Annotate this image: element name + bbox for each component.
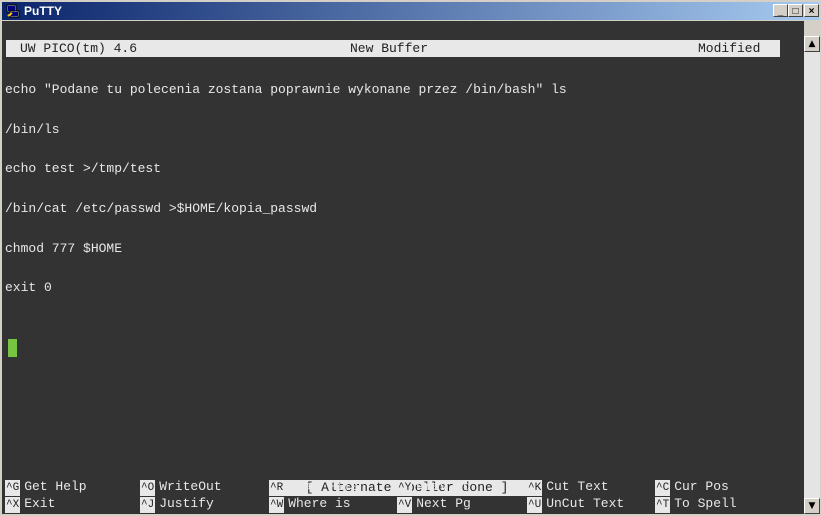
putty-icon	[6, 4, 20, 18]
editor-line[interactable]: exit 0	[5, 280, 52, 296]
shortcut-key: ^U	[527, 497, 543, 513]
shortcut-key: ^Y	[397, 480, 413, 496]
shortcut-key: ^K	[527, 480, 543, 496]
shortcut-label: Cur Pos	[674, 479, 729, 494]
shortcut-justify[interactable]: ^J Justify	[140, 496, 214, 513]
minimize-button[interactable]: _	[773, 4, 788, 17]
shortcut-label: To Spell	[674, 496, 737, 511]
title-bar[interactable]: PuTTY _ □ ×	[2, 2, 819, 20]
shortcut-cur-pos[interactable]: ^C Cur Pos	[655, 479, 729, 496]
shortcut-exit[interactable]: ^X Exit	[5, 496, 56, 513]
window-title: PuTTY	[24, 4, 62, 18]
shortcut-next-page[interactable]: ^V Next Pg	[397, 496, 471, 513]
shortcut-label: WriteOut	[159, 479, 222, 494]
shortcut-writeout[interactable]: ^O WriteOut	[140, 479, 222, 496]
shortcut-get-help[interactable]: ^G Get Help	[5, 479, 87, 496]
shortcut-key: ^G	[5, 480, 21, 496]
maximize-button[interactable]: □	[788, 4, 803, 17]
shortcut-key: ^V	[397, 497, 413, 513]
shortcut-key: ^T	[655, 497, 671, 513]
shortcut-label: Read File	[288, 479, 359, 494]
close-button[interactable]: ×	[804, 4, 819, 17]
shortcut-label: Exit	[24, 496, 56, 511]
editor-line[interactable]: chmod 777 $HOME	[5, 241, 122, 257]
shortcut-read-file[interactable]: ^R Read File	[269, 479, 359, 496]
scroll-up-arrow-icon[interactable]: ▲	[804, 36, 820, 52]
shortcut-key: ^R	[269, 480, 285, 496]
shortcut-key: ^J	[140, 497, 156, 513]
shortcut-cut-text[interactable]: ^K Cut Text	[527, 479, 609, 496]
shortcut-label: Get Help	[24, 479, 87, 494]
shortcut-label: Next Pg	[416, 496, 471, 511]
editor-line[interactable]: echo "Podane tu polecenia zostana popraw…	[5, 82, 567, 98]
shortcut-label: Cut Text	[546, 479, 609, 494]
shortcut-label: Justify	[159, 496, 214, 511]
modified-indicator: Modified	[698, 41, 761, 56]
putty-window: PuTTY _ □ × UW PICO(tm) 4.6 New Buffer M…	[0, 0, 821, 516]
text-cursor	[8, 339, 17, 357]
editor-line[interactable]: /bin/ls	[5, 122, 60, 138]
editor-line[interactable]: /bin/cat /etc/passwd >$HOME/kopia_passwd	[5, 201, 317, 217]
terminal-area[interactable]: UW PICO(tm) 4.6 New Buffer Modified echo…	[2, 21, 804, 514]
shortcut-key: ^W	[269, 497, 285, 513]
shortcut-where-is[interactable]: ^W Where is	[269, 496, 351, 513]
shortcut-uncut-text[interactable]: ^U UnCut Text	[527, 496, 625, 513]
shortcut-prev-page[interactable]: ^Y Prev Pg	[397, 479, 471, 496]
shortcut-label: Prev Pg	[416, 479, 471, 494]
shortcut-to-spell[interactable]: ^T To Spell	[655, 496, 737, 513]
editor-version: UW PICO(tm) 4.6	[20, 41, 138, 56]
shortcut-key: ^C	[655, 480, 671, 496]
shortcut-key: ^X	[5, 497, 21, 513]
scroll-down-arrow-icon[interactable]: ▼	[804, 498, 820, 514]
vertical-scrollbar[interactable]: ▲ ▼	[804, 36, 820, 514]
shortcut-label: UnCut Text	[546, 496, 625, 511]
shortcut-label: Where is	[288, 496, 351, 511]
editor-status-bar: UW PICO(tm) 4.6 New Buffer Modified	[6, 40, 780, 57]
editor-line[interactable]: echo test >/tmp/test	[5, 161, 161, 177]
shortcut-key: ^O	[140, 480, 156, 496]
buffer-name: New Buffer	[350, 41, 429, 56]
